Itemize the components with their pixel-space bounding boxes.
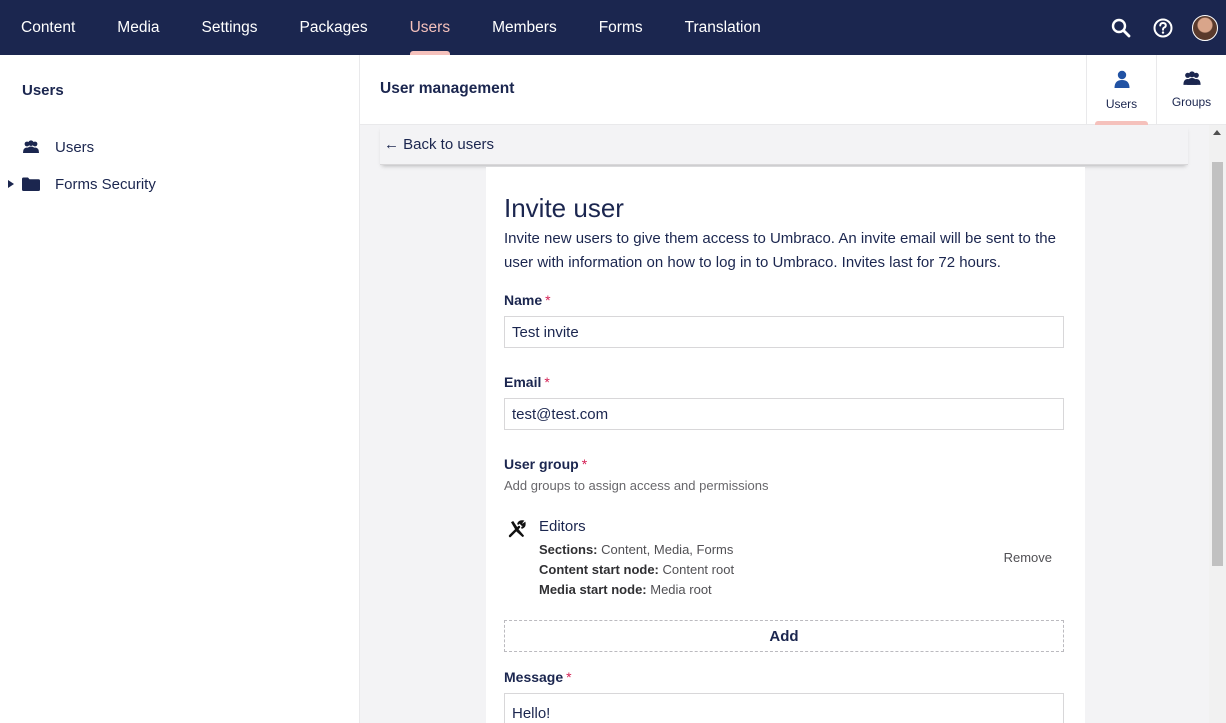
avatar	[1192, 14, 1218, 41]
group-content-start-node: Content start node: Content root	[539, 562, 735, 577]
folder-icon	[22, 177, 55, 191]
required-marker: *	[581, 456, 588, 472]
nav-item-users[interactable]: Users	[389, 0, 471, 55]
message-label: Message *	[504, 669, 572, 685]
sidebar-title: Users	[22, 82, 64, 99]
form-title: Invite user	[504, 193, 624, 223]
add-group-button[interactable]: Add	[504, 620, 1064, 652]
required-marker: *	[566, 669, 572, 685]
nav-item-members[interactable]: Members	[471, 0, 578, 55]
caret-right-icon[interactable]	[0, 180, 22, 188]
nav-item-forms[interactable]: Forms	[578, 0, 664, 55]
tab-groups[interactable]: Groups	[1156, 55, 1226, 125]
tab-users[interactable]: Users	[1086, 55, 1156, 125]
required-marker: *	[545, 292, 551, 308]
users-icon	[22, 140, 55, 154]
name-input[interactable]	[504, 316, 1064, 348]
tools-icon	[508, 520, 526, 543]
invite-user-form: Invite user Invite new users to give the…	[486, 167, 1085, 723]
user-group-label: User group *	[504, 456, 588, 472]
scroll-thumb[interactable]	[1212, 162, 1223, 566]
page-title: User management	[380, 80, 515, 97]
nav-item-settings[interactable]: Settings	[181, 0, 279, 55]
sidebar-item-label: Users	[55, 138, 95, 156]
user-group-hint: Add groups to assign access and permissi…	[504, 478, 769, 493]
sidebar-item-users[interactable]: Users	[0, 130, 359, 164]
required-marker: *	[544, 374, 550, 390]
section-nav: Content Media Settings Packages Users Me…	[0, 0, 782, 55]
subheader: ← Back to users	[380, 125, 1188, 165]
top-navigation: Content Media Settings Packages Users Me…	[0, 0, 1226, 55]
search-icon[interactable]	[1100, 0, 1142, 55]
top-actions	[1100, 0, 1226, 55]
user-avatar-button[interactable]	[1184, 0, 1226, 55]
group-sections: Sections: Content, Media, Forms	[539, 542, 734, 557]
main-scrollbar[interactable]	[1209, 125, 1226, 723]
nav-item-media[interactable]: Media	[96, 0, 180, 55]
app-tabs: Users Groups	[1086, 55, 1226, 125]
scroll-up-arrow-icon[interactable]	[1213, 130, 1221, 135]
group-media-start-node: Media start node: Media root	[539, 582, 712, 597]
nav-item-packages[interactable]: Packages	[279, 0, 389, 55]
nav-item-content[interactable]: Content	[0, 0, 96, 55]
nav-item-translation[interactable]: Translation	[664, 0, 782, 55]
remove-group-button[interactable]: Remove	[1004, 550, 1052, 565]
tab-label: Groups	[1171, 95, 1212, 109]
email-input[interactable]	[504, 398, 1064, 430]
main-content: ← Back to users Invite user Invite new u…	[360, 125, 1226, 723]
group-name: Editors	[539, 518, 586, 535]
message-input[interactable]	[504, 693, 1064, 723]
back-to-users-link[interactable]: ← Back to users	[380, 136, 494, 153]
sidebar: Users Users Forms Security	[0, 55, 360, 723]
sidebar-item-label: Forms Security	[55, 175, 156, 193]
sidebar-item-forms-security[interactable]: Forms Security	[0, 167, 359, 201]
form-description: Invite new users to give them access to …	[504, 230, 1056, 271]
help-icon[interactable]	[1142, 0, 1184, 55]
editor-header: User management Users Groups	[360, 55, 1226, 125]
email-label: Email *	[504, 374, 550, 390]
tab-label: Users	[1105, 96, 1138, 111]
user-icon	[1113, 70, 1131, 91]
users-icon	[1182, 71, 1202, 89]
name-label: Name *	[504, 292, 551, 308]
